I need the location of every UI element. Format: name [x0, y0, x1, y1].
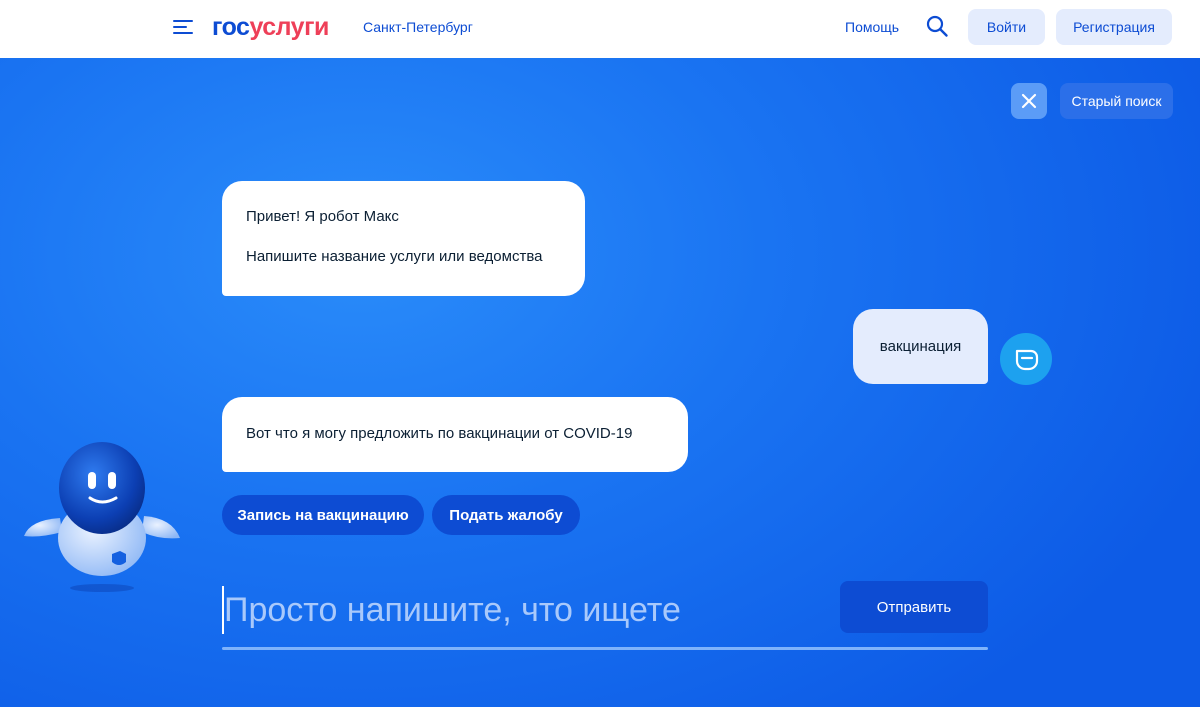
vaccination-signup-button[interactable]: Запись на вакцинацию [222, 495, 424, 535]
chat-input[interactable] [222, 586, 822, 634]
gosuslugi-logo[interactable]: госуслуги [212, 12, 329, 42]
register-button[interactable]: Регистрация [1056, 9, 1172, 45]
help-link[interactable]: Помощь [845, 19, 899, 35]
message-line: Напишите название услуги или ведомства [246, 248, 543, 265]
header: госуслуги Санкт-Петербург Помощь Войти Р… [0, 0, 1200, 58]
message-line: Вот что я могу предложить по вакцинации … [246, 425, 633, 442]
bot-message: Вот что я могу предложить по вакцинации … [222, 397, 688, 472]
region-selector[interactable]: Санкт-Петербург [363, 19, 473, 35]
robot-mascot [24, 442, 180, 592]
old-search-button[interactable]: Старый поиск [1060, 83, 1173, 119]
user-avatar-icon [1000, 333, 1052, 385]
assistant-panel: Старый поиск Привет! Я робот Макс Напиши… [0, 58, 1200, 707]
user-message: вакцинация [853, 309, 988, 384]
file-complaint-button[interactable]: Подать жалобу [432, 495, 580, 535]
message-line: Привет! Я робот Макс [246, 208, 399, 225]
menu-icon[interactable] [173, 17, 193, 37]
login-button[interactable]: Войти [968, 9, 1045, 45]
search-icon[interactable] [925, 14, 949, 38]
send-button[interactable]: Отправить [840, 581, 988, 633]
bot-message: Привет! Я робот Макс Напишите название у… [222, 181, 585, 296]
chat-input-area: Отправить [222, 581, 988, 650]
input-underline [222, 647, 988, 650]
close-icon[interactable] [1011, 83, 1047, 119]
